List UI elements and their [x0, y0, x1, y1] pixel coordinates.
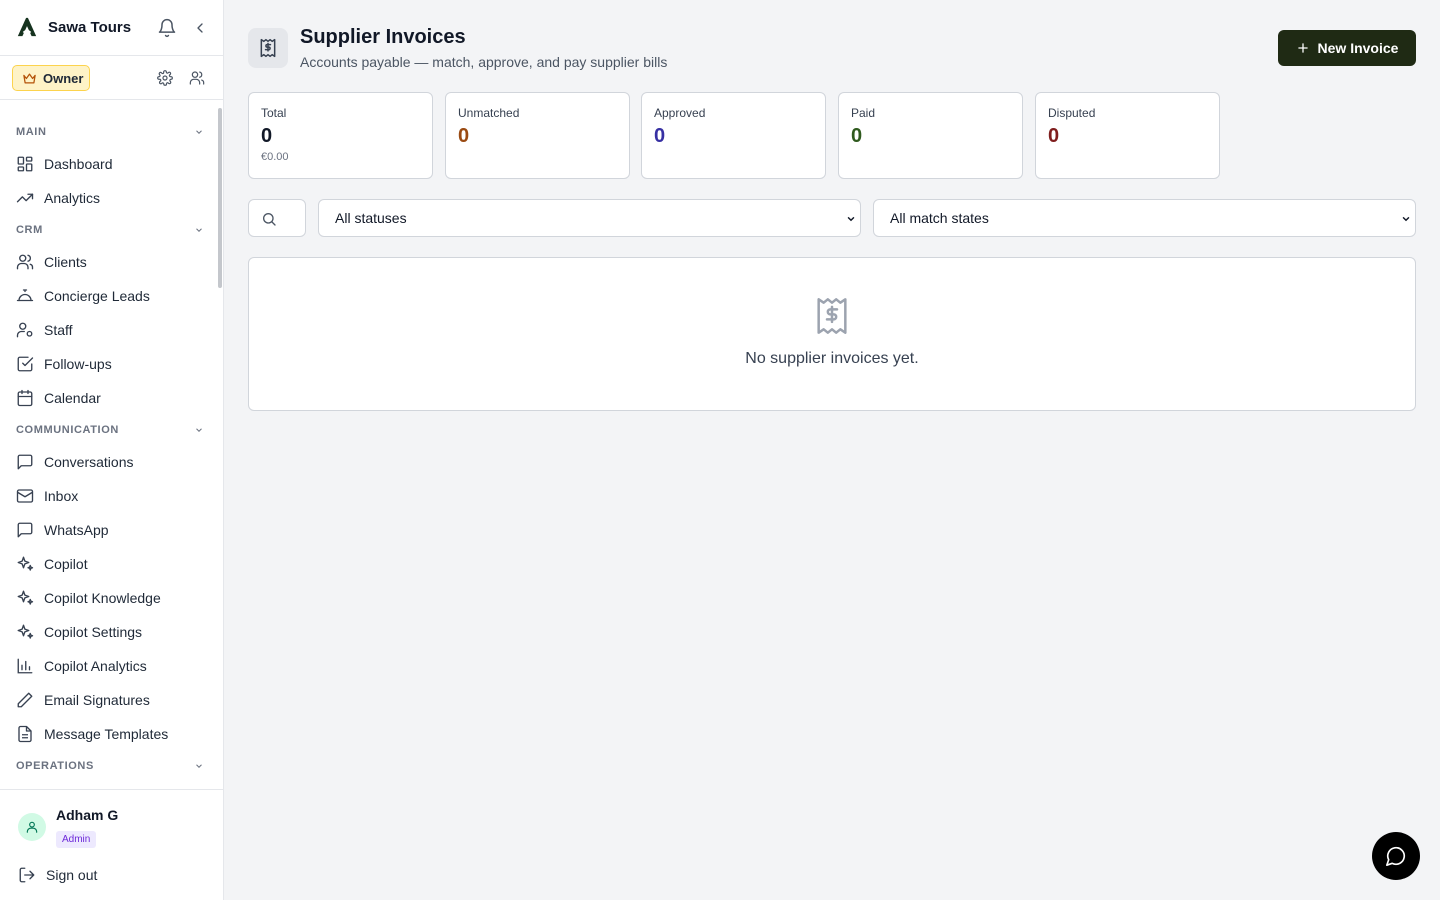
- stat-card-paid: Paid 0: [838, 92, 1023, 179]
- sparkles-icon: [16, 555, 34, 573]
- match-filter-select[interactable]: All match states: [873, 199, 1416, 237]
- stat-value: 0: [458, 125, 470, 147]
- chat-button[interactable]: [1372, 832, 1420, 880]
- chat-bubble-icon: [1385, 845, 1407, 867]
- pen-icon: [16, 691, 34, 709]
- section-operations[interactable]: OPERATIONS: [16, 756, 204, 776]
- sidebar-item-copilot-settings[interactable]: Copilot Settings: [8, 616, 208, 648]
- chevron-down-icon: [194, 761, 204, 771]
- sidebar-nav: MAIN Dashboard Analytics CRM Clients Con…: [0, 101, 218, 789]
- empty-state-message: No supplier invoices yet.: [745, 350, 919, 367]
- sidebar-scrollbar[interactable]: [218, 108, 222, 288]
- log-out-icon: [18, 866, 36, 884]
- sidebar-item-concierge-leads[interactable]: Concierge Leads: [8, 280, 208, 312]
- sign-out-button[interactable]: Sign out: [18, 865, 97, 885]
- new-invoice-button[interactable]: New Invoice: [1278, 30, 1416, 66]
- sparkles-icon: [16, 589, 34, 607]
- user-cog-icon: [16, 321, 34, 339]
- sidebar-item-copilot-knowledge[interactable]: Copilot Knowledge: [8, 582, 208, 614]
- dashboard-icon: [16, 155, 34, 173]
- empty-state: No supplier invoices yet.: [248, 257, 1416, 411]
- sidebar: Sawa Tours Owner MAIN Dashboard Analytic…: [0, 0, 224, 900]
- message-square-icon: [16, 453, 34, 471]
- bar-chart-icon: [16, 657, 34, 675]
- gear-icon[interactable]: [157, 70, 173, 86]
- chevron-down-icon: [194, 425, 204, 435]
- receipt-icon: [248, 28, 288, 68]
- owner-badge[interactable]: Owner: [12, 65, 90, 91]
- sidebar-item-dashboard[interactable]: Dashboard: [8, 148, 208, 180]
- file-text-icon: [16, 725, 34, 743]
- section-main[interactable]: MAIN: [16, 122, 204, 142]
- stat-value: 0: [851, 125, 863, 147]
- stat-sub: €0.00: [261, 151, 289, 163]
- sidebar-brand: Sawa Tours: [0, 0, 223, 56]
- page-title: Supplier Invoices: [300, 26, 466, 48]
- user-panel: Adham G Admin Sign out: [0, 789, 223, 900]
- search-input[interactable]: [248, 199, 306, 237]
- sidebar-item-copilot[interactable]: Copilot: [8, 548, 208, 580]
- receipt-icon: [812, 296, 852, 336]
- stat-value: 0: [654, 125, 666, 147]
- avatar[interactable]: [18, 813, 46, 841]
- stat-value: 0: [1048, 125, 1060, 147]
- sparkles-icon: [16, 623, 34, 641]
- sidebar-item-follow-ups[interactable]: Follow-ups: [8, 348, 208, 380]
- concierge-bell-icon: [16, 287, 34, 305]
- collapse-sidebar-icon[interactable]: [192, 20, 208, 36]
- sidebar-item-conversations[interactable]: Conversations: [8, 446, 208, 478]
- bell-icon[interactable]: [157, 18, 177, 38]
- admin-badge: Admin: [56, 831, 97, 848]
- section-communication[interactable]: COMMUNICATION: [16, 420, 204, 440]
- sidebar-item-whatsapp[interactable]: WhatsApp: [8, 514, 208, 546]
- status-filter-select[interactable]: All statuses: [318, 199, 861, 237]
- mail-icon: [16, 487, 34, 505]
- stat-card-unmatched: Unmatched 0: [445, 92, 630, 179]
- message-square-icon: [16, 521, 34, 539]
- role-bar: Owner: [0, 56, 223, 100]
- brand-logo-icon: [16, 16, 38, 38]
- chevron-down-icon: [846, 214, 856, 224]
- stat-card-disputed: Disputed 0: [1035, 92, 1220, 179]
- check-square-icon: [16, 355, 34, 373]
- section-crm[interactable]: CRM: [16, 220, 204, 240]
- plus-icon: [1296, 41, 1310, 55]
- chevron-down-icon: [194, 127, 204, 137]
- owner-badge-label: Owner: [43, 70, 84, 86]
- sidebar-item-message-templates[interactable]: Message Templates: [8, 718, 208, 750]
- chevron-down-icon: [1401, 214, 1411, 224]
- stat-card-approved: Approved 0: [641, 92, 826, 179]
- sidebar-item-clients[interactable]: Clients: [8, 246, 208, 278]
- sidebar-item-copilot-analytics[interactable]: Copilot Analytics: [8, 650, 208, 682]
- sidebar-item-email-signatures[interactable]: Email Signatures: [8, 684, 208, 716]
- calendar-icon: [16, 389, 34, 407]
- chevron-down-icon: [194, 225, 204, 235]
- crown-icon: [22, 71, 37, 86]
- users-icon: [16, 253, 34, 271]
- search-icon: [261, 211, 277, 227]
- stat-value: 0: [261, 125, 273, 147]
- stat-card-total: Total 0 €0.00: [248, 92, 433, 179]
- user-icon: [26, 821, 38, 833]
- page-subtitle: Accounts payable — match, approve, and p…: [300, 54, 668, 70]
- sidebar-item-staff[interactable]: Staff: [8, 314, 208, 346]
- sidebar-item-inbox[interactable]: Inbox: [8, 480, 208, 512]
- brand-name: Sawa Tours: [48, 19, 132, 36]
- trending-up-icon: [16, 189, 34, 207]
- sidebar-item-calendar[interactable]: Calendar: [8, 382, 208, 414]
- users-icon[interactable]: [189, 70, 205, 86]
- user-name: Adham G: [56, 807, 119, 823]
- sidebar-item-analytics[interactable]: Analytics: [8, 182, 208, 214]
